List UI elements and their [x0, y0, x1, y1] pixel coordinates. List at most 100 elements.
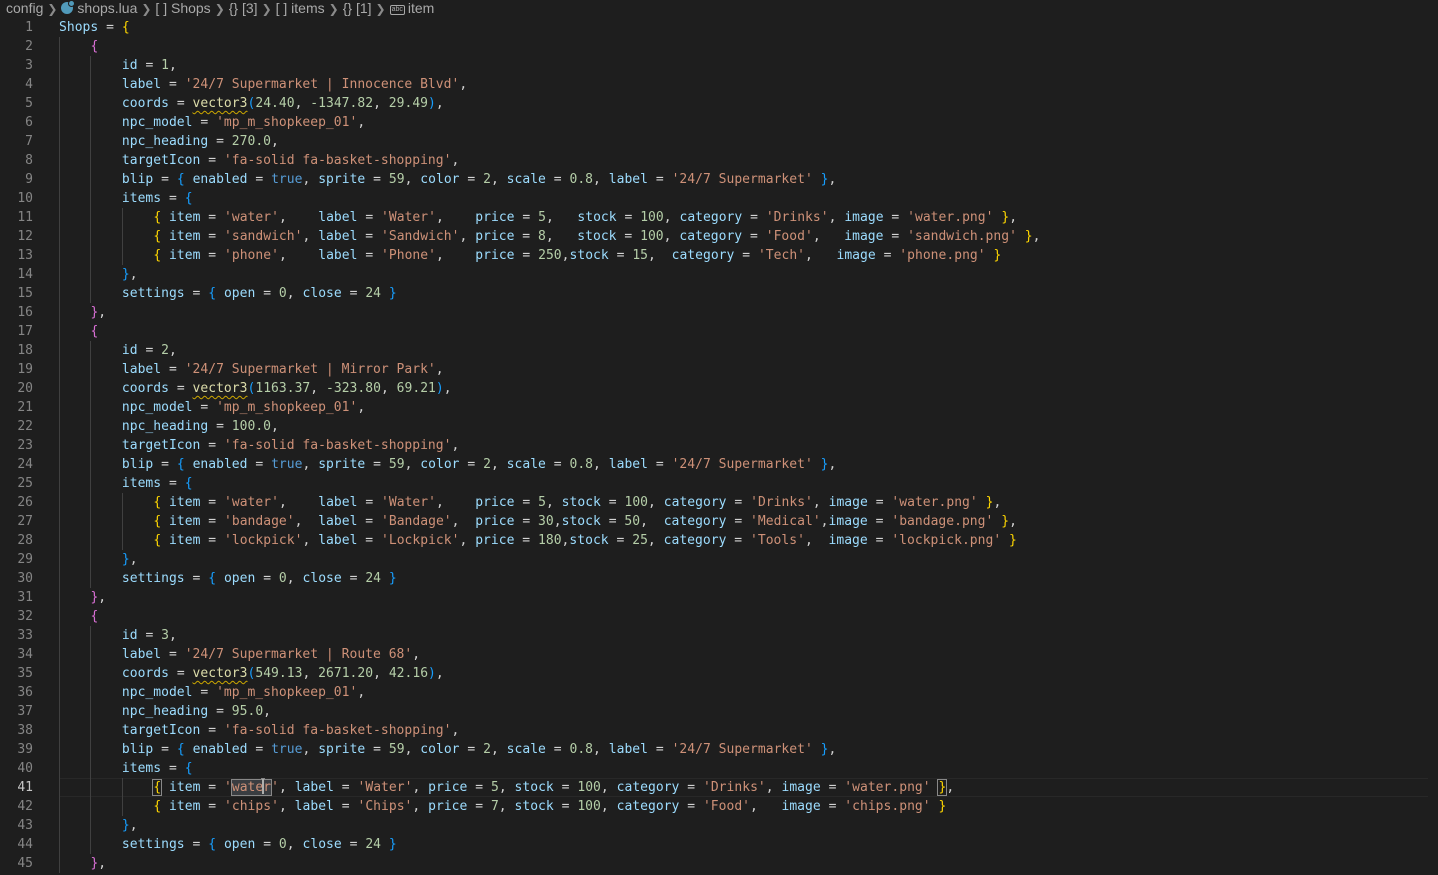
code-text[interactable]: npc_model = 'mp_m_shopkeep_01',	[59, 683, 365, 702]
code-line[interactable]: 20 coords = vector3(1163.37, -323.80, 69…	[0, 379, 1438, 398]
code-line[interactable]: 40 items = {	[0, 759, 1438, 778]
code-text[interactable]: settings = { open = 0, close = 24 }	[59, 569, 397, 588]
code-line[interactable]: 34 label = '24/7 Supermarket | Route 68'…	[0, 645, 1438, 664]
code-line[interactable]: 17 {	[0, 322, 1438, 341]
code-text[interactable]: targetIcon = 'fa-solid fa-basket-shoppin…	[59, 721, 459, 740]
code-line[interactable]: 36 npc_model = 'mp_m_shopkeep_01',	[0, 683, 1438, 702]
code-line[interactable]: 10 items = {	[0, 189, 1438, 208]
code-text[interactable]: label = '24/7 Supermarket | Innocence Bl…	[59, 75, 467, 94]
code-text[interactable]: {	[59, 607, 98, 626]
code-line[interactable]: 9 blip = { enabled = true, sprite = 59, …	[0, 170, 1438, 189]
code-line[interactable]: 23 targetIcon = 'fa-solid fa-basket-shop…	[0, 436, 1438, 455]
code-line[interactable]: 13 { item = 'phone', label = 'Phone', pr…	[0, 246, 1438, 265]
code-text[interactable]: },	[59, 816, 138, 835]
code-text[interactable]: {	[59, 37, 98, 56]
code-editor[interactable]: 1 Shops = {2 {3 id = 1, 4 label = '24/7 Su…	[0, 18, 1438, 875]
code-text[interactable]: { item = 'sandwich', label = 'Sandwich',…	[59, 227, 1041, 246]
code-line[interactable]: 39 blip = { enabled = true, sprite = 59,…	[0, 740, 1438, 759]
breadcrumb-item-2[interactable]: [ ] Shops	[155, 0, 210, 17]
code-line[interactable]: 15 settings = { open = 0, close = 24 }	[0, 284, 1438, 303]
code-text[interactable]: blip = { enabled = true, sprite = 59, co…	[59, 170, 836, 189]
code-line[interactable]: 35 coords = vector3(549.13, 2671.20, 42.…	[0, 664, 1438, 683]
code-line[interactable]: 41 { item = 'water', label = 'Water', pr…	[0, 778, 1438, 797]
code-line[interactable]: 1 Shops = {	[0, 18, 1438, 37]
code-line[interactable]: 6 npc_model = 'mp_m_shopkeep_01',	[0, 113, 1438, 132]
code-line[interactable]: 27 { item = 'bandage', label = 'Bandage'…	[0, 512, 1438, 531]
code-line[interactable]: 5 coords = vector3(24.40, -1347.82, 29.4…	[0, 94, 1438, 113]
code-line[interactable]: 16 },	[0, 303, 1438, 322]
code-line[interactable]: 37 npc_heading = 95.0,	[0, 702, 1438, 721]
code-text[interactable]: blip = { enabled = true, sprite = 59, co…	[59, 740, 836, 759]
breadcrumb-item-5[interactable]: {} [1]	[343, 0, 372, 17]
code-line[interactable]: 33 id = 3,	[0, 626, 1438, 645]
breadcrumb-item-4[interactable]: [ ] items	[276, 0, 325, 17]
code-text[interactable]: { item = 'bandage', label = 'Bandage', p…	[59, 512, 1017, 531]
code-text[interactable]: },	[59, 303, 106, 322]
code-text[interactable]: npc_heading = 95.0,	[59, 702, 271, 721]
code-line[interactable]: 44 settings = { open = 0, close = 24 }	[0, 835, 1438, 854]
code-line[interactable]: 19 label = '24/7 Supermarket | Mirror Pa…	[0, 360, 1438, 379]
code-text[interactable]: coords = vector3(1163.37, -323.80, 69.21…	[59, 379, 452, 398]
breadcrumb-item-6[interactable]: abc item	[389, 0, 434, 17]
code-text[interactable]: },	[59, 265, 138, 284]
code-line[interactable]: 31 },	[0, 588, 1438, 607]
code-line[interactable]: 8 targetIcon = 'fa-solid fa-basket-shopp…	[0, 151, 1438, 170]
code-text[interactable]: targetIcon = 'fa-solid fa-basket-shoppin…	[59, 436, 459, 455]
code-text[interactable]: { item = 'water', label = 'Water', price…	[59, 493, 1001, 512]
code-text[interactable]: label = '24/7 Supermarket | Mirror Park'…	[59, 360, 444, 379]
code-text[interactable]: id = 1,	[59, 56, 177, 75]
code-text[interactable]: { item = 'phone', label = 'Phone', price…	[59, 246, 1001, 265]
line-number: 15	[17, 286, 33, 301]
code-text[interactable]: settings = { open = 0, close = 24 }	[59, 284, 397, 303]
code-text[interactable]: id = 3,	[59, 626, 177, 645]
code-line[interactable]: 42 { item = 'chips', label = 'Chips', pr…	[0, 797, 1438, 816]
code-line[interactable]: 21 npc_model = 'mp_m_shopkeep_01',	[0, 398, 1438, 417]
code-line[interactable]: 32 {	[0, 607, 1438, 626]
code-line[interactable]: 38 targetIcon = 'fa-solid fa-basket-shop…	[0, 721, 1438, 740]
code-text[interactable]: { item = 'water', label = 'Water', price…	[59, 208, 1017, 227]
code-text[interactable]: blip = { enabled = true, sprite = 59, co…	[59, 455, 836, 474]
code-line[interactable]: 12 { item = 'sandwich', label = 'Sandwic…	[0, 227, 1438, 246]
code-line[interactable]: 29 },	[0, 550, 1438, 569]
code-text[interactable]: { item = 'lockpick', label = 'Lockpick',…	[59, 531, 1017, 550]
code-text[interactable]: npc_heading = 100.0,	[59, 417, 279, 436]
code-text[interactable]: npc_model = 'mp_m_shopkeep_01',	[59, 113, 365, 132]
code-line[interactable]: 26 { item = 'water', label = 'Water', pr…	[0, 493, 1438, 512]
code-text[interactable]: items = {	[59, 759, 193, 778]
code-line[interactable]: 30 settings = { open = 0, close = 24 }	[0, 569, 1438, 588]
code-text[interactable]: label = '24/7 Supermarket | Route 68',	[59, 645, 420, 664]
breadcrumb-item-3[interactable]: {} [3]	[229, 0, 258, 17]
code-text[interactable]: targetIcon = 'fa-solid fa-basket-shoppin…	[59, 151, 459, 170]
code-text[interactable]: items = {	[59, 189, 193, 208]
code-text[interactable]: settings = { open = 0, close = 24 }	[59, 835, 397, 854]
breadcrumb-item-0[interactable]: config	[6, 0, 43, 17]
code-line[interactable]: 18 id = 2,	[0, 341, 1438, 360]
code-text[interactable]: { item = 'chips', label = 'Chips', price…	[59, 797, 946, 816]
code-text[interactable]: id = 2,	[59, 341, 177, 360]
code-line[interactable]: 24 blip = { enabled = true, sprite = 59,…	[0, 455, 1438, 474]
code-line[interactable]: 14 },	[0, 265, 1438, 284]
line-number: 40	[17, 761, 33, 776]
code-line[interactable]: 4 label = '24/7 Supermarket | Innocence …	[0, 75, 1438, 94]
code-text[interactable]: { item = 'water', label = 'Water', price…	[59, 778, 954, 797]
code-text[interactable]: npc_heading = 270.0,	[59, 132, 279, 151]
code-text[interactable]: },	[59, 588, 106, 607]
code-line[interactable]: 2 {	[0, 37, 1438, 56]
code-line[interactable]: 3 id = 1,	[0, 56, 1438, 75]
code-line[interactable]: 45 },	[0, 854, 1438, 873]
code-line[interactable]: 7 npc_heading = 270.0,	[0, 132, 1438, 151]
code-text[interactable]: {	[59, 322, 98, 341]
code-text[interactable]: coords = vector3(24.40, -1347.82, 29.49)…	[59, 94, 444, 113]
code-text[interactable]: Shops = {	[59, 18, 130, 37]
code-text[interactable]: },	[59, 550, 138, 569]
code-line[interactable]: 11 { item = 'water', label = 'Water', pr…	[0, 208, 1438, 227]
code-text[interactable]: items = {	[59, 474, 193, 493]
code-line[interactable]: 22 npc_heading = 100.0,	[0, 417, 1438, 436]
code-line[interactable]: 28 { item = 'lockpick', label = 'Lockpic…	[0, 531, 1438, 550]
code-line[interactable]: 43 },	[0, 816, 1438, 835]
breadcrumb-item-1[interactable]: shops.lua	[61, 0, 137, 17]
code-text[interactable]: coords = vector3(549.13, 2671.20, 42.16)…	[59, 664, 444, 683]
code-text[interactable]: npc_model = 'mp_m_shopkeep_01',	[59, 398, 365, 417]
code-line[interactable]: 25 items = {	[0, 474, 1438, 493]
code-text[interactable]: },	[59, 854, 106, 873]
